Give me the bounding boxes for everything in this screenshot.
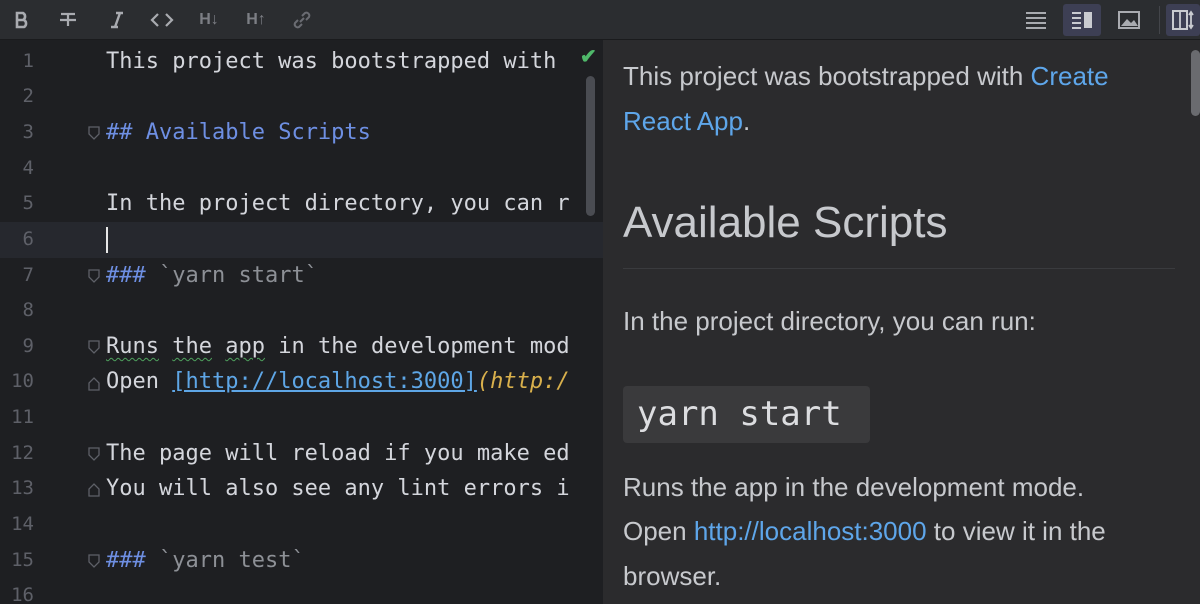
preview-link[interactable]: http://localhost:3000	[694, 516, 927, 546]
preview-link-text[interactable]: React App	[623, 106, 743, 136]
editor-and-preview-icon	[1072, 12, 1092, 29]
toolbar-divider	[1159, 6, 1160, 34]
preview-text: to view it in the	[933, 516, 1106, 546]
heading-increase-icon: H↑	[246, 11, 266, 28]
editor-and-preview-button[interactable]	[1063, 4, 1101, 36]
heading-markup: ###	[106, 263, 146, 288]
fold-marker-icon[interactable]	[88, 269, 100, 283]
preview-paragraph-3-line-2: Open http://localhost:3000 to view it in…	[623, 509, 1106, 554]
heading-markup: ###	[106, 548, 146, 573]
line-number: 11	[11, 406, 34, 428]
fold-end-marker-icon[interactable]	[88, 483, 100, 497]
line-number: 16	[11, 584, 34, 604]
bold-button[interactable]	[6, 4, 38, 36]
heading-markup: ##	[106, 120, 133, 145]
line-number-gutter: 1 2 3 4 5 6 7 8 9 10 11 12 13 14 15 16	[0, 40, 95, 604]
line-number: 9	[22, 335, 34, 357]
italic-icon	[111, 11, 123, 29]
markdown-toolbar: H↓ H↑	[0, 0, 1200, 40]
sync-scroll-button[interactable]	[1166, 4, 1200, 36]
code-text: in the development mod	[278, 334, 570, 359]
line-number: 14	[11, 513, 34, 535]
preview-scrollbar[interactable]	[1191, 50, 1200, 116]
strikethrough-icon	[60, 12, 76, 26]
preview-text: .	[742, 106, 751, 136]
fold-marker-icon[interactable]	[88, 126, 100, 140]
spellcheck-word: the	[172, 334, 212, 359]
code-line-5: In the project directory, you can r	[106, 191, 570, 216]
sync-scroll-icon	[1172, 10, 1194, 30]
editor-only-button[interactable]	[1019, 4, 1053, 36]
inline-code-text: `yarn test`	[159, 548, 305, 573]
code-line-15: ### `yarn test`	[106, 543, 305, 579]
preview-paragraph-1: This project was bootstrapped with Creat…	[623, 54, 1183, 144]
fold-marker-icon[interactable]	[88, 447, 100, 461]
line-number: 1	[22, 50, 34, 72]
code-text: Open	[106, 369, 159, 394]
line-number: 12	[11, 442, 34, 464]
code-icon	[150, 13, 174, 27]
code-line-13: You will also see any lint errors i	[106, 476, 570, 501]
code-line-1: This project was bootstrapped with	[106, 49, 557, 74]
editor-scrollbar[interactable]	[586, 76, 595, 216]
spellcheck-word: Runs	[106, 334, 159, 359]
heading-decrease-icon: H↓	[199, 11, 219, 28]
markdown-link-url: (http:/	[476, 369, 570, 394]
preview-only-icon	[1118, 11, 1140, 29]
preview-paragraph-3-line-1: Runs the app in the development mode.	[623, 472, 1085, 502]
line-number: 3	[22, 121, 34, 143]
line-number: 5	[22, 192, 34, 214]
line-number: 13	[11, 477, 34, 499]
strikethrough-button[interactable]	[52, 4, 84, 36]
fold-end-marker-icon[interactable]	[88, 377, 100, 391]
fold-marker-icon[interactable]	[88, 340, 100, 354]
markdown-preview: This project was bootstrapped with Creat…	[603, 40, 1200, 604]
code-line-9: Runs the app in the development mod	[106, 329, 570, 365]
line-number: 8	[22, 299, 34, 321]
fold-marker-icon[interactable]	[88, 554, 100, 568]
code-line-10: Open [http://localhost:3000](http:/	[106, 364, 570, 400]
line-number: 15	[11, 549, 34, 571]
text-cursor	[106, 227, 108, 253]
markdown-link-text[interactable]: [http://localhost:3000]	[172, 369, 477, 394]
code-line-12: The page will reload if you make ed	[106, 441, 570, 466]
preview-text: This project was bootstrapped with	[623, 61, 1024, 91]
line-number: 7	[22, 264, 34, 286]
heading-underline	[623, 268, 1175, 269]
preview-paragraph-2: In the project directory, you can run:	[623, 306, 1036, 336]
bold-icon	[15, 11, 28, 29]
heading-decrease-button[interactable]: H↓	[193, 4, 225, 36]
code-line-7: ### `yarn start`	[106, 258, 318, 294]
line-number: 10	[11, 370, 34, 392]
link-button[interactable]	[286, 4, 318, 36]
preview-paragraph-3-line-3: browser.	[623, 561, 722, 591]
line-number: 6	[22, 228, 34, 250]
preview-link-text[interactable]: Create	[1031, 61, 1109, 91]
editor-only-icon	[1026, 12, 1046, 29]
inspection-ok-icon[interactable]: ✔	[580, 44, 597, 69]
italic-button[interactable]	[101, 4, 133, 36]
preview-heading-h2: Available Scripts	[623, 198, 948, 247]
preview-only-button[interactable]	[1112, 4, 1146, 36]
line-number: 4	[22, 157, 34, 179]
spellcheck-word: app	[225, 334, 265, 359]
line-number: 2	[22, 85, 34, 107]
inline-code-text: `yarn start`	[159, 263, 318, 288]
heading-increase-button[interactable]: H↑	[240, 4, 272, 36]
markdown-editor[interactable]: 1 2 3 4 5 6 7 8 9 10 11 12 13 14 15 16 T…	[0, 40, 603, 604]
code-line-3: ## Available Scripts	[106, 115, 371, 151]
preview-text: Open	[623, 516, 687, 546]
code-button[interactable]	[146, 4, 178, 36]
heading-text: Available Scripts	[145, 120, 371, 145]
link-icon	[293, 11, 311, 29]
preview-heading-h3-code: yarn start	[623, 386, 870, 443]
